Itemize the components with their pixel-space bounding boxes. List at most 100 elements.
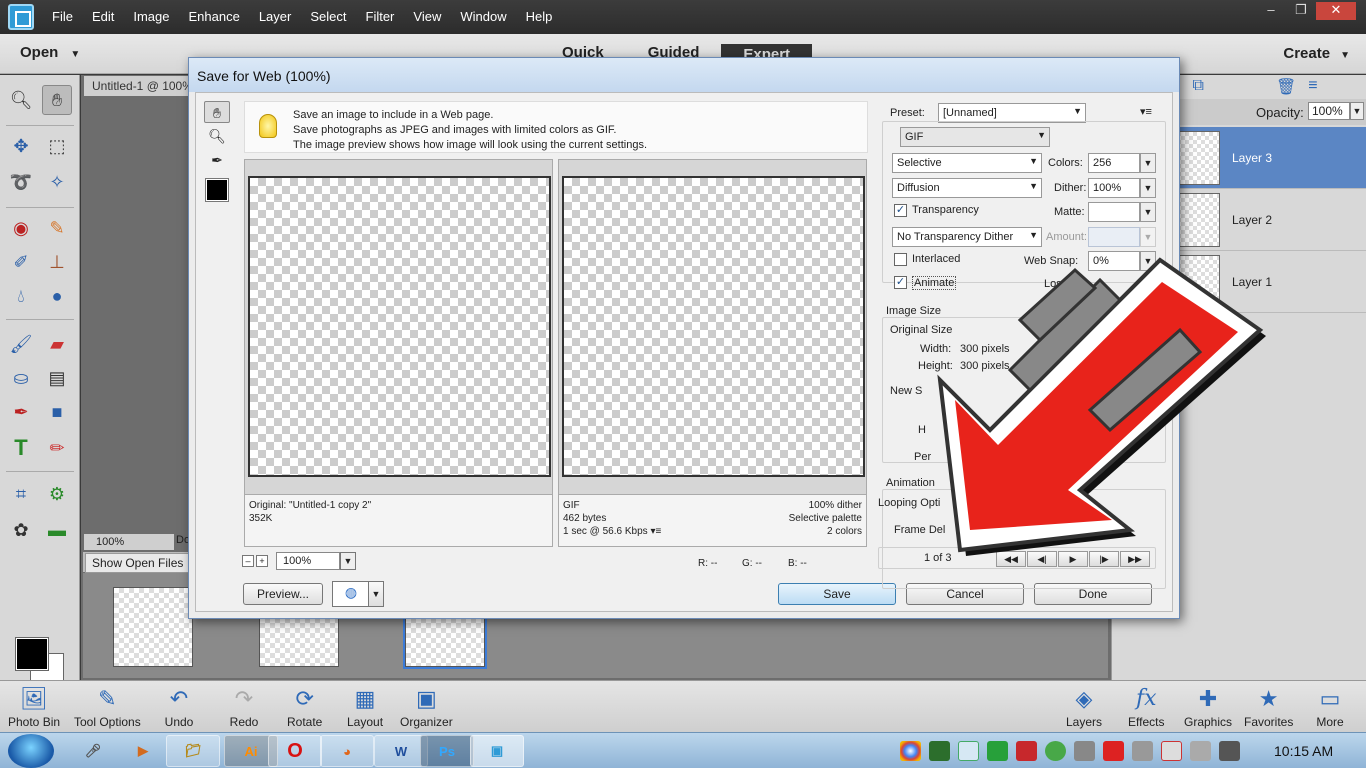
dither-input[interactable]: 100% [1088, 178, 1140, 198]
eyedropper-color-swatch[interactable] [205, 178, 229, 202]
gradient-tool-icon[interactable]: ▤ [42, 363, 72, 393]
crop-tool-icon[interactable]: ⌗ [6, 479, 36, 509]
transparency-checkbox[interactable]: ✓ [894, 204, 907, 217]
gmail-icon[interactable] [1016, 741, 1037, 761]
volume-icon[interactable] [1190, 741, 1211, 761]
chrome-icon[interactable] [900, 741, 921, 761]
lock-all-icon[interactable]: ⧉ [1193, 77, 1204, 97]
colors-input[interactable]: 256 [1088, 153, 1140, 173]
photoshop-icon[interactable]: Ps [420, 735, 474, 767]
photoshop-elements-icon[interactable]: ▣ [470, 735, 524, 767]
tray-app-icon[interactable] [1045, 741, 1066, 761]
undo-button[interactable]: ↶ Undo [163, 685, 195, 729]
panel-menu-icon[interactable]: ≡ [1308, 77, 1317, 97]
clone-stamp-icon[interactable]: ⊥ [42, 247, 72, 277]
menu-filter[interactable]: Filter [366, 9, 395, 24]
signal-icon[interactable] [1074, 741, 1095, 761]
settings-menu-icon[interactable]: ▾≡ [1140, 105, 1152, 118]
create-button[interactable]: Create ▼ [1283, 45, 1350, 62]
sponge-tool-icon[interactable]: ● [42, 281, 72, 311]
more-button[interactable]: ▭ More [1314, 685, 1346, 729]
brush-tool-icon[interactable]: 🖌︎ [6, 329, 36, 359]
sync-icon[interactable] [987, 741, 1008, 761]
restore-button[interactable]: ❐ [1286, 2, 1316, 20]
photo-bin-thumbnail[interactable] [113, 587, 193, 667]
photo-bin-button[interactable]: 🖼︎ Photo Bin [8, 685, 60, 729]
chevron-down-icon[interactable]: ▼ [1140, 178, 1156, 198]
zoom-tool-icon[interactable]: 🔍︎ [204, 125, 230, 147]
eyedropper-tool-icon[interactable]: ✒ [204, 149, 230, 171]
menu-layer[interactable]: Layer [259, 9, 292, 24]
smart-brush-icon[interactable]: ✐ [6, 247, 36, 277]
dither-algorithm-dropdown[interactable]: Diffusion ▼ [892, 178, 1042, 198]
trash-icon[interactable]: 🗑︎ [1276, 77, 1296, 97]
eraser-tool-icon[interactable]: ▰ [42, 329, 72, 359]
explorer-icon[interactable]: 📁︎ [166, 735, 220, 767]
idm-icon[interactable] [929, 741, 950, 761]
zoom-field[interactable]: 100% [84, 534, 174, 550]
menu-file[interactable]: File [52, 9, 73, 24]
chevron-down-icon[interactable]: ▼ [1350, 102, 1364, 120]
optimized-image[interactable] [562, 176, 865, 477]
document-tab[interactable]: Untitled-1 @ 100% [84, 76, 201, 96]
hand-tool-icon[interactable]: ✋︎ [42, 85, 72, 115]
menu-edit[interactable]: Edit [92, 9, 114, 24]
opera-icon[interactable]: O [268, 735, 322, 767]
action-center-icon[interactable] [1161, 741, 1182, 761]
red-eye-tool-icon[interactable]: ◉ [6, 213, 36, 243]
layers-button[interactable]: ◈ Layers [1066, 685, 1102, 729]
format-dropdown[interactable]: GIF ▼ [900, 127, 1050, 147]
effects-button[interactable]: fx Effects [1128, 685, 1164, 729]
rotate-button[interactable]: ⟳ Rotate [287, 685, 322, 729]
hand-tool-icon[interactable]: ✋︎ [204, 101, 230, 123]
foreground-color-swatch[interactable] [15, 637, 49, 671]
network-check-icon[interactable] [958, 741, 979, 761]
zoom-tool-icon[interactable]: 🔍︎ [6, 85, 36, 115]
open-button[interactable]: Open ▼ [20, 44, 80, 61]
media-player-icon[interactable]: ▶ [116, 735, 170, 767]
start-button[interactable] [8, 734, 54, 768]
zoom-in-button[interactable]: + [256, 555, 268, 567]
original-image[interactable] [248, 176, 551, 477]
microphone-app-icon[interactable]: 🎤︎ [66, 735, 120, 767]
menu-help[interactable]: Help [526, 9, 553, 24]
healing-brush-icon[interactable]: ✎ [42, 213, 72, 243]
menu-select[interactable]: Select [310, 9, 346, 24]
firefox-icon[interactable]: ◕ [320, 735, 374, 767]
shape-tool-icon[interactable]: ■ [42, 397, 72, 427]
chevron-down-icon[interactable]: ▼ [1140, 153, 1156, 173]
opacity-input[interactable]: 100% [1308, 102, 1350, 120]
cookie-cutter-icon[interactable]: ✿ [6, 515, 36, 545]
battery-icon[interactable] [1219, 741, 1240, 761]
preview-button[interactable]: Preview... [243, 583, 323, 605]
preset-dropdown[interactable]: [Unnamed] ▼ [938, 103, 1086, 123]
redo-button[interactable]: ↷ Redo [228, 685, 260, 729]
tool-options-button[interactable]: ✎ Tool Options [74, 685, 141, 729]
straighten-tool-icon[interactable]: ▬ [42, 515, 72, 545]
matte-input[interactable] [1088, 202, 1140, 222]
clock[interactable]: 10:15 AM [1274, 743, 1333, 759]
favorites-button[interactable]: ★ Favorites [1244, 685, 1293, 729]
pencil-tool-icon[interactable]: ✏︎ [42, 433, 72, 463]
recompose-tool-icon[interactable]: ⚙ [42, 479, 72, 509]
minimize-button[interactable]: – [1256, 2, 1286, 20]
speed-menu-icon[interactable]: ▾≡ [650, 526, 661, 537]
organizer-button[interactable]: ▣ Organizer [400, 685, 453, 729]
usb-icon[interactable] [1132, 741, 1153, 761]
zoom-out-button[interactable]: – [242, 555, 254, 567]
menu-window[interactable]: Window [460, 9, 506, 24]
eyedropper-tool-icon[interactable]: ✒ [6, 397, 36, 427]
graphics-button[interactable]: ✚ Graphics [1184, 685, 1232, 729]
paint-bucket-icon[interactable]: ⛀ [6, 363, 36, 393]
chevron-down-icon[interactable]: ▼ [1140, 202, 1156, 222]
blur-tool-icon[interactable]: 💧︎ [6, 281, 36, 311]
marquee-tool-icon[interactable]: ⬚ [42, 131, 72, 161]
zoom-level-field[interactable]: 100% [276, 552, 340, 570]
menu-view[interactable]: View [413, 9, 441, 24]
chevron-down-icon[interactable]: ▼ [340, 552, 356, 570]
antivirus-icon[interactable] [1103, 741, 1124, 761]
lasso-tool-icon[interactable]: ➰ [6, 167, 36, 197]
menu-enhance[interactable]: Enhance [189, 9, 240, 24]
close-button[interactable]: ✕ [1316, 2, 1356, 20]
menu-image[interactable]: Image [133, 9, 169, 24]
